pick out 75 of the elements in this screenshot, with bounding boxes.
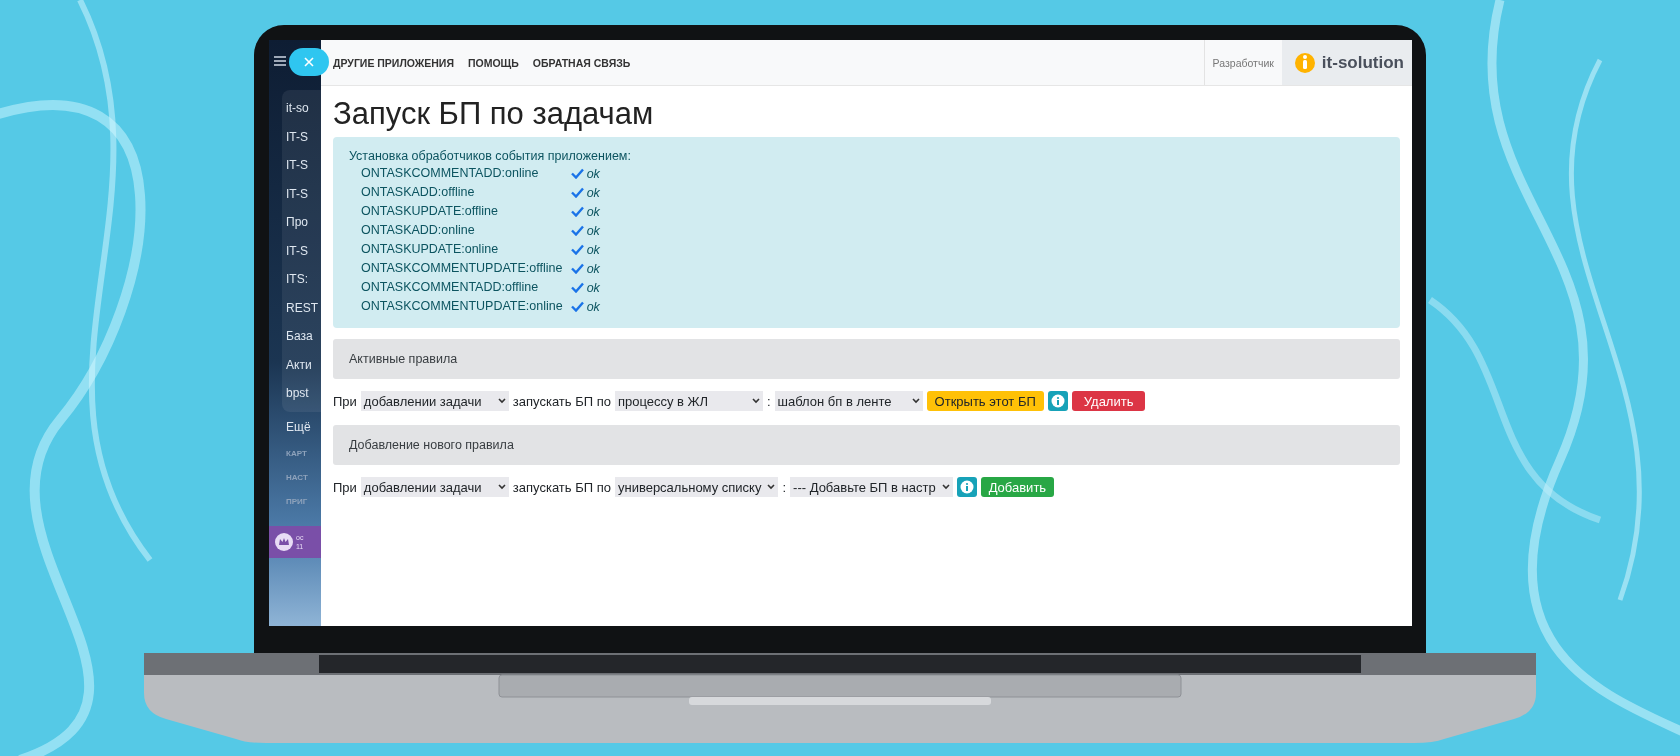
sidebar-item[interactable]: Про xyxy=(282,208,321,237)
delete-button[interactable]: Удалить xyxy=(1071,391,1146,411)
check-icon xyxy=(570,206,584,217)
check-icon xyxy=(570,244,584,255)
rule-label: запускать БП по xyxy=(512,393,611,409)
check-icon xyxy=(570,263,584,274)
rule-label: запускать БП по xyxy=(512,479,611,495)
sidebar-item[interactable]: IT-S xyxy=(282,151,321,180)
sidebar-item[interactable]: IT-S xyxy=(282,236,321,265)
nav-link[interactable]: ПОМОЩЬ xyxy=(467,56,519,69)
event-name: ONTASKADD:online xyxy=(361,222,476,239)
event-name: ONTASKUPDATE:offline xyxy=(361,203,499,220)
target-select[interactable]: процессу в ЖЛ xyxy=(614,391,763,411)
open-button[interactable]: Открыть этот БП xyxy=(926,391,1044,411)
sidebar-item[interactable]: bpst xyxy=(282,379,321,408)
status-text: ok xyxy=(586,223,600,238)
event-name: ONTASKCOMMENTUPDATE:offline xyxy=(361,260,563,277)
logo-icon xyxy=(1293,51,1316,74)
sidebar-item[interactable]: IT-S xyxy=(282,122,321,151)
chevron-down-icon xyxy=(767,484,776,490)
separator: : xyxy=(782,479,787,495)
section-header: Активные правила xyxy=(333,339,1400,379)
event-select[interactable]: добавлении задачи xyxy=(360,391,509,411)
alert-heading: Установка обработчиков события приложением: xyxy=(349,149,632,163)
status-text: ok xyxy=(586,204,600,219)
status-text: ok xyxy=(586,261,600,276)
chevron-down-icon xyxy=(941,484,950,490)
check-icon xyxy=(570,225,584,236)
page-title: Запуск БП по задачам xyxy=(333,96,655,132)
target-select[interactable]: универсальному списку xyxy=(614,477,779,497)
logo[interactable]: it-solution xyxy=(1281,40,1412,85)
info-button[interactable] xyxy=(1047,391,1068,411)
chevron-down-icon xyxy=(911,398,920,404)
sidebar-item[interactable]: IT-S xyxy=(282,179,321,208)
separator: : xyxy=(766,393,771,409)
status-text: ok xyxy=(586,280,600,295)
status-text: ok xyxy=(586,166,600,181)
close-button[interactable] xyxy=(289,48,329,76)
info-button[interactable] xyxy=(956,477,977,497)
chevron-down-icon xyxy=(497,398,506,404)
crown-icon xyxy=(275,532,293,551)
event-name: ONTASKCOMMENTADD:offline xyxy=(361,279,540,296)
event-name: ONTASKUPDATE:online xyxy=(361,241,500,258)
sidebar-item[interactable]: Акти xyxy=(282,350,321,379)
event-name: ONTASKADD:offline xyxy=(361,184,476,201)
rule-label: При xyxy=(333,393,357,409)
template-select[interactable]: --- Добавьте БП в настр xyxy=(790,477,953,497)
check-icon xyxy=(570,187,584,198)
logo-text: it-solution xyxy=(1321,52,1404,73)
chevron-down-icon xyxy=(751,398,760,404)
check-icon xyxy=(570,301,584,312)
rule-label: При xyxy=(333,479,357,495)
event-name: ONTASKCOMMENTADD:online xyxy=(361,165,540,182)
close-icon xyxy=(304,57,314,67)
menu-icon[interactable] xyxy=(274,56,286,66)
sidebar-item[interactable]: REST xyxy=(282,293,321,322)
sidebar-item[interactable]: База xyxy=(282,322,321,351)
event-name: ONTASKCOMMENTUPDATE:online xyxy=(361,298,563,315)
developer-link[interactable]: Разработчик xyxy=(1203,40,1282,85)
chevron-down-icon xyxy=(497,484,506,490)
event-select[interactable]: добавлении задачи xyxy=(360,477,509,497)
check-icon xyxy=(570,282,584,293)
sidebar-item[interactable]: ITS: xyxy=(282,265,321,294)
section-header: Добавление нового правила xyxy=(333,425,1400,465)
status-text: ok xyxy=(586,299,600,314)
status-text: ok xyxy=(586,185,600,200)
sidebar-item[interactable]: it-so xyxy=(282,94,321,123)
status-text: ok xyxy=(586,242,600,257)
info-icon xyxy=(959,480,974,494)
template-select[interactable]: шаблон бп в ленте xyxy=(774,391,923,411)
check-icon xyxy=(570,168,584,179)
nav-link[interactable]: ОБРАТНАЯ СВЯЗЬ xyxy=(532,56,631,69)
sidebar-item[interactable]: Ещё xyxy=(269,411,321,442)
nav-link[interactable]: ДРУГИЕ ПРИЛОЖЕНИЯ xyxy=(333,56,454,69)
info-icon xyxy=(1050,394,1065,408)
